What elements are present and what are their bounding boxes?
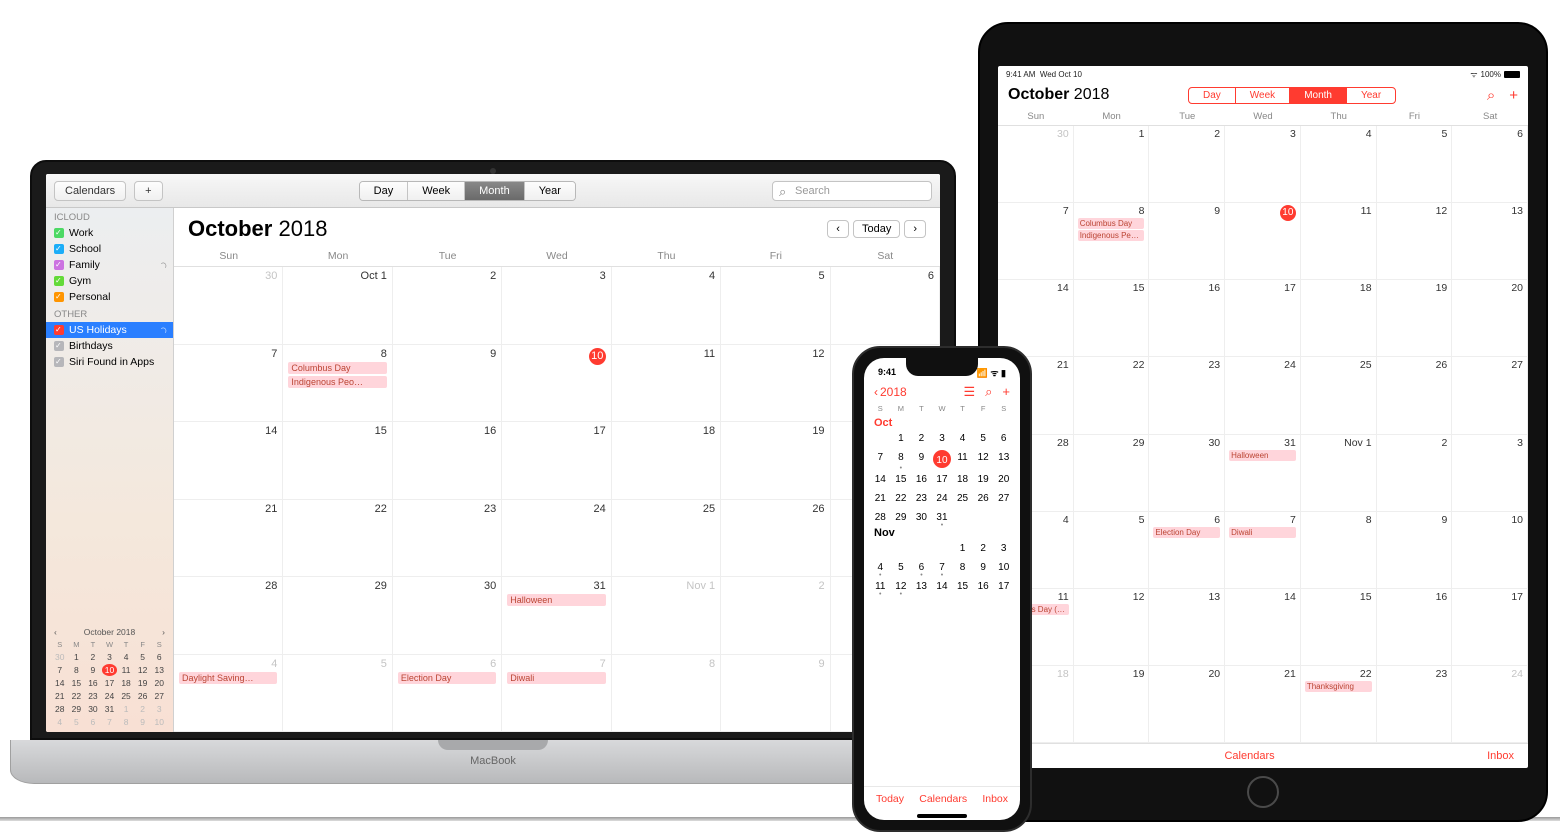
home-button[interactable] [1247, 776, 1279, 808]
today-button[interactable]: Today [876, 793, 904, 805]
seg-day[interactable]: Day [360, 182, 408, 200]
battery-icon: ▮ [1001, 368, 1006, 378]
mac-day-headers: SunMonTueWedThuFriSat [174, 246, 940, 267]
event[interactable]: Daylight Saving… [179, 672, 277, 684]
calendars-button[interactable]: Calendars [54, 181, 126, 201]
back-button[interactable]: ‹2018 [874, 385, 907, 399]
macbook-device: Calendars + Day Week Month Year Search i… [10, 160, 976, 820]
list-icon[interactable]: ☰ [963, 384, 975, 400]
chevron-left-icon: ‹ [874, 385, 878, 399]
event[interactable]: Thanksgiving [1305, 681, 1372, 692]
iphone-footer: Today Calendars Inbox [864, 786, 1020, 811]
seg-week[interactable]: Week [407, 182, 464, 200]
seg-month[interactable]: Month [464, 182, 524, 200]
ipad-calendar-app: 9:41 AM Wed Oct 10 ᯤ100% October 2018 Da… [998, 66, 1528, 768]
mini-next[interactable]: › [162, 627, 165, 637]
month-label-oct: Oct [864, 415, 1020, 431]
cal-siri[interactable]: Siri Found in Apps [46, 354, 173, 370]
add-event-icon[interactable]: + [1002, 384, 1010, 400]
seg-month[interactable]: Month [1289, 88, 1346, 103]
search-icon[interactable]: ⌕ [1487, 87, 1495, 104]
ipad-month-grid[interactable]: 30 123456 7 8Columbus DayIndigenous Peop… [998, 126, 1528, 743]
event[interactable]: Indigenous Peo… [288, 376, 386, 388]
event[interactable]: Halloween [1229, 450, 1296, 461]
search-icon[interactable]: ⌕ [985, 384, 992, 400]
iphone-day-headers: SMTWTFS [864, 402, 1020, 415]
wifi-icon: ᯤ [990, 368, 998, 378]
cal-gym[interactable]: Gym [46, 273, 173, 289]
search-input[interactable]: Search [772, 181, 932, 201]
cal-work[interactable]: Work [46, 225, 173, 241]
event[interactable]: Columbus Day [288, 362, 386, 374]
battery-icon [1504, 71, 1520, 78]
month-title: October 2018 [188, 216, 327, 242]
wifi-icon: ᯤ [1470, 69, 1477, 80]
event[interactable]: Diwali [507, 672, 605, 684]
macos-calendar-window: Calendars + Day Week Month Year Search i… [46, 174, 940, 732]
cal-personal[interactable]: Personal [46, 289, 173, 305]
ipad-view-segment[interactable]: Day Week Month Year [1188, 87, 1396, 104]
mac-calendar-main: October 2018 ‹ Today › SunMonTueWedThuFr… [174, 208, 940, 732]
ipad-device: 9:41 AM Wed Oct 10 ᯤ100% October 2018 Da… [978, 22, 1548, 822]
cal-school[interactable]: School [46, 241, 173, 257]
view-segmented-control[interactable]: Day Week Month Year [359, 181, 576, 201]
prev-month-button[interactable]: ‹ [827, 220, 849, 238]
next-month-button[interactable]: › [904, 220, 926, 238]
seg-day[interactable]: Day [1189, 88, 1235, 103]
ipad-month-title: October 2018 [1008, 86, 1109, 104]
inbox-button[interactable]: Inbox [982, 793, 1008, 805]
sidebar-section-other: Other [46, 305, 173, 322]
event[interactable]: Election Day [1153, 527, 1220, 538]
macbook-label: MacBook [470, 755, 516, 767]
event[interactable]: Indigenous Peop… [1078, 230, 1145, 241]
iphone-calendar-app: 9:41📶 ᯤ ▮ ‹2018 ☰⌕+ SMTWTFS Oct 123456 7… [864, 358, 1020, 820]
iphone-device: 9:41📶 ᯤ ▮ ‹2018 ☰⌕+ SMTWTFS Oct 123456 7… [852, 346, 1032, 832]
iphone-oct-grid[interactable]: 123456 78910111213 14151617181920 212223… [864, 431, 1020, 525]
today-button[interactable]: Today [853, 220, 900, 238]
add-button[interactable]: + [134, 181, 162, 201]
signal-icon: 📶 [977, 368, 988, 378]
event[interactable]: Columbus Day [1078, 218, 1145, 229]
mac-toolbar: Calendars + Day Week Month Year Search [46, 174, 940, 208]
cal-birthdays[interactable]: Birthdays [46, 338, 173, 354]
ipad-status-bar: 9:41 AM Wed Oct 10 ᯤ100% [998, 66, 1528, 82]
cal-family[interactable]: Family◠ [46, 257, 173, 273]
mac-sidebar: iCloud Work School Family◠ Gym Personal … [46, 208, 174, 732]
add-event-icon[interactable]: + [1509, 87, 1518, 104]
home-indicator[interactable] [917, 814, 967, 818]
event[interactable]: Halloween [507, 594, 605, 606]
seg-year[interactable]: Year [524, 182, 575, 200]
calendars-button[interactable]: Calendars [919, 793, 967, 805]
mac-month-grid[interactable]: 30 Oct 1 2 3 4 5 6 7 8Columbus DayIndige… [174, 267, 940, 732]
seg-week[interactable]: Week [1235, 88, 1289, 103]
inbox-button[interactable]: Inbox [1487, 750, 1514, 762]
cal-us-holidays[interactable]: US Holidays◠ [46, 322, 173, 338]
sidebar-section-icloud: iCloud [46, 208, 173, 225]
share-icon: ◠ [158, 324, 169, 335]
iphone-nov-grid[interactable]: 123 45678910 11121314151617 [864, 541, 1020, 594]
mini-calendar[interactable]: ‹October 2018› SMTWTFS 30123456 78910111… [46, 621, 173, 732]
mini-prev[interactable]: ‹ [54, 627, 57, 637]
ipad-footer: Calendars Inbox [998, 743, 1528, 768]
calendars-button[interactable]: Calendars [1224, 750, 1274, 762]
event[interactable]: Diwali [1229, 527, 1296, 538]
ipad-day-headers: SunMonTueWedThuFriSat [998, 108, 1528, 126]
event[interactable]: Election Day [398, 672, 496, 684]
share-icon: ◠ [158, 259, 169, 270]
seg-year[interactable]: Year [1346, 88, 1395, 103]
